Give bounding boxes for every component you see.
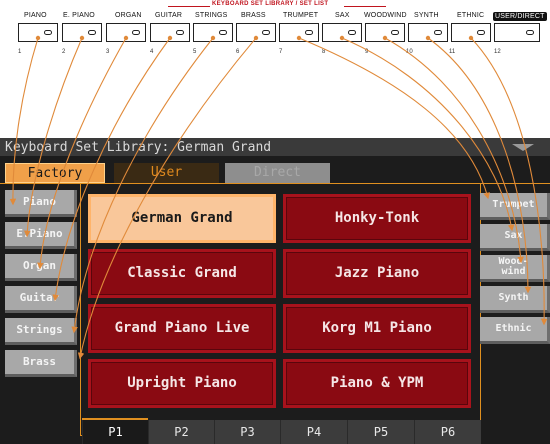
hw-number: 3 xyxy=(106,49,110,55)
category-woodwind[interactable]: Wood- wind xyxy=(480,255,550,282)
page-tab-p2[interactable]: P2 xyxy=(148,420,214,444)
led-icon xyxy=(219,30,227,35)
hw-number: 1 xyxy=(18,49,22,55)
led-icon xyxy=(477,30,485,35)
piano-hw-button[interactable] xyxy=(18,23,58,42)
hw-label-ethnic: ETHNIC xyxy=(457,12,485,19)
ethnic-hw-button[interactable] xyxy=(451,23,491,42)
hw-label-user-direct: USER/DIRECT xyxy=(493,12,547,21)
hw-label-piano: PIANO xyxy=(24,12,47,19)
category-trumpet[interactable]: Trumpet xyxy=(480,193,550,220)
led-icon xyxy=(88,30,96,35)
keyboard-set-upright-piano[interactable]: Upright Piano xyxy=(88,359,276,408)
category-brass[interactable]: Brass xyxy=(5,350,77,377)
led-icon xyxy=(434,30,442,35)
page-title: Keyboard Set Library: German Grand xyxy=(5,140,272,155)
header-rule-right xyxy=(344,6,386,7)
synth-hw-button[interactable] xyxy=(408,23,448,42)
keyboard-set-korg-m1-piano[interactable]: Korg M1 Piano xyxy=(283,304,471,353)
user-direct-hw-button[interactable] xyxy=(494,23,540,42)
keyboard-set-grand-piano-live[interactable]: Grand Piano Live xyxy=(88,304,276,353)
organ-hw-button[interactable] xyxy=(106,23,146,42)
hw-number: 4 xyxy=(150,49,154,55)
hw-label-brass: BRASS xyxy=(241,12,266,19)
hw-label-epiano: E. PIANO xyxy=(63,12,95,19)
keyboard-set-german-grand[interactable]: German Grand xyxy=(88,194,276,243)
led-icon xyxy=(348,30,356,35)
led-icon xyxy=(132,30,140,35)
led-icon xyxy=(391,30,399,35)
keyboard-set-piano-ypm[interactable]: Piano & YPM xyxy=(283,359,471,408)
hw-label-synth: SYNTH xyxy=(414,12,439,19)
guitar-hw-button[interactable] xyxy=(150,23,190,42)
hw-label-trumpet: TRUMPET xyxy=(283,12,319,19)
tab-user[interactable]: User xyxy=(114,163,219,183)
header-rule-left xyxy=(168,6,210,7)
page-tab-p6[interactable]: P6 xyxy=(414,420,481,444)
led-icon xyxy=(305,30,313,35)
display-screen: Keyboard Set Library: German Grand Facto… xyxy=(0,138,550,444)
category-epiano[interactable]: E.Piano xyxy=(5,222,77,249)
page-tab-p4[interactable]: P4 xyxy=(280,420,347,444)
panel-header: KEYBOARD SET LIBRARY / SET LIST xyxy=(212,1,329,7)
led-icon xyxy=(262,30,270,35)
keyboard-set-honky-tonk[interactable]: Honky-Tonk xyxy=(283,194,471,243)
woodwind-hw-button[interactable] xyxy=(365,23,405,42)
hw-label-organ: ORGAN xyxy=(115,12,142,19)
hw-number: 12 xyxy=(494,49,501,55)
tab-direct: Direct xyxy=(225,163,330,183)
trumpet-hw-button[interactable] xyxy=(279,23,319,42)
category-ethnic[interactable]: Ethnic xyxy=(480,317,550,344)
hw-label-guitar: GUITAR xyxy=(155,12,183,19)
tab-factory[interactable]: Factory xyxy=(5,163,105,183)
category-synth[interactable]: Synth xyxy=(480,286,550,313)
epiano-hw-button[interactable] xyxy=(62,23,102,42)
sax-hw-button[interactable] xyxy=(322,23,362,42)
category-guitar[interactable]: Guitar xyxy=(5,286,77,313)
category-organ[interactable]: Organ xyxy=(5,254,77,281)
hw-number: 11 xyxy=(449,49,456,55)
hw-number: 5 xyxy=(193,49,197,55)
hw-number: 8 xyxy=(322,49,326,55)
hw-number: 7 xyxy=(279,49,283,55)
hw-number: 2 xyxy=(62,49,66,55)
keyboard-set-hardware-panel: KEYBOARD SET LIBRARY / SET LIST PIANO E.… xyxy=(0,0,550,70)
hw-number: 9 xyxy=(365,49,369,55)
page-tab-p5[interactable]: P5 xyxy=(347,420,414,444)
title-bar: Keyboard Set Library: German Grand xyxy=(0,138,550,156)
hw-label-strings: STRINGS xyxy=(195,12,228,19)
led-icon xyxy=(176,30,184,35)
led-icon xyxy=(44,30,52,35)
category-sax[interactable]: Sax xyxy=(480,224,550,251)
strings-hw-button[interactable] xyxy=(193,23,233,42)
category-strings[interactable]: Strings xyxy=(5,318,77,345)
led-icon xyxy=(526,30,534,35)
brass-hw-button[interactable] xyxy=(236,23,276,42)
page-tab-p3[interactable]: P3 xyxy=(214,420,280,444)
hw-number: 6 xyxy=(236,49,240,55)
hw-label-sax: SAX xyxy=(335,12,350,19)
page-tab-p1[interactable]: P1 xyxy=(82,420,148,444)
category-piano[interactable]: Piano xyxy=(5,190,77,217)
hw-label-woodwind: WOODWIND xyxy=(364,12,407,19)
hw-number: 10 xyxy=(406,49,413,55)
keyboard-set-classic-grand[interactable]: Classic Grand xyxy=(88,249,276,298)
keyboard-set-jazz-piano[interactable]: Jazz Piano xyxy=(283,249,471,298)
menu-triangle-icon[interactable] xyxy=(512,144,534,151)
